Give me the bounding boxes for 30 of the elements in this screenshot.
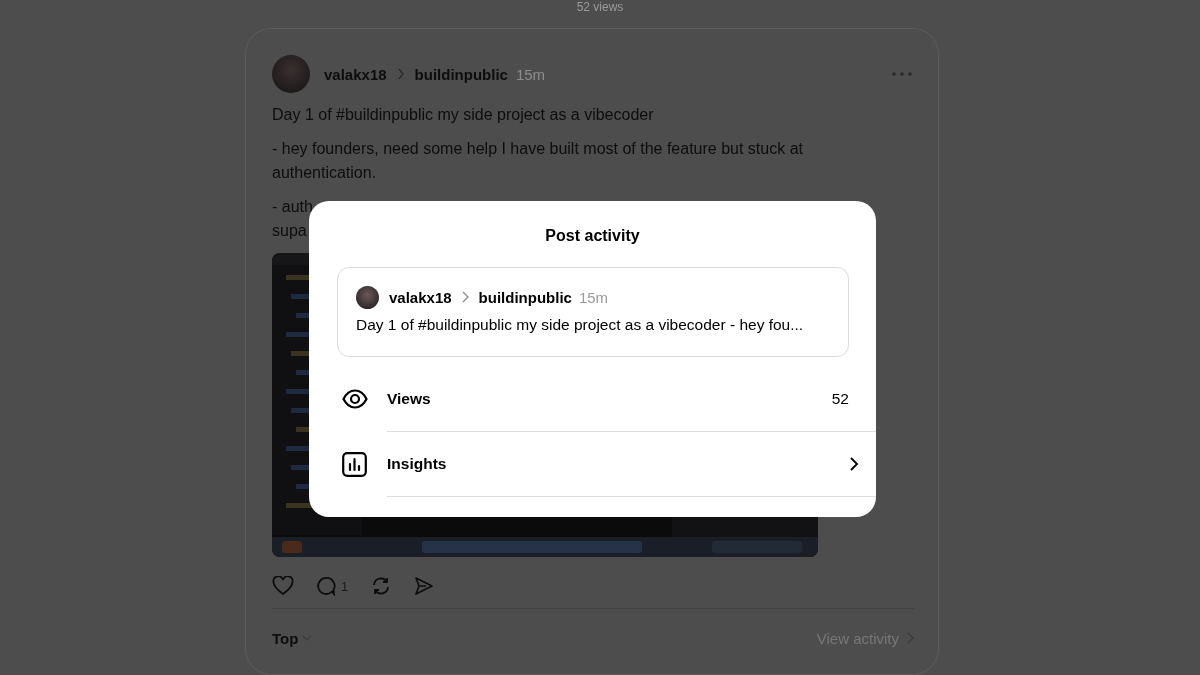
avatar bbox=[356, 285, 379, 309]
row-label: Views bbox=[387, 390, 432, 408]
dialog-title: Post activity bbox=[544, 226, 641, 246]
chevron-icon bbox=[396, 68, 405, 80]
more-icon[interactable] bbox=[892, 72, 912, 76]
views-count: 52 bbox=[831, 390, 849, 408]
chevron-icon bbox=[461, 291, 469, 303]
post-text: - auth bbox=[272, 197, 313, 217]
heart-icon[interactable] bbox=[272, 576, 294, 596]
sort-dropdown[interactable]: Top bbox=[272, 629, 313, 647]
post-text: supa bbox=[272, 221, 307, 241]
community-name: buildinpublic bbox=[478, 288, 572, 306]
post-text: - hey founders, need some help I have built most of the feature but stuck at authentication. bbox=[272, 139, 804, 183]
post-time: 15m bbox=[515, 65, 546, 83]
post-preview-card[interactable]: valakx18 buildinpublic 15m Day 1 of #buildinpublic my side project as a vibecoder - hey fou... bbox=[337, 267, 849, 357]
post-text: Day 1 of #buildinpublic my side project as a vibecoder bbox=[272, 105, 654, 125]
author-name[interactable]: valakx18 bbox=[324, 65, 387, 83]
comment-icon[interactable] bbox=[316, 576, 336, 596]
avatar bbox=[272, 55, 310, 93]
post-excerpt: Day 1 of #buildinpublic my side project as a vibecoder - hey fou... bbox=[356, 316, 804, 334]
post-time: 15m bbox=[578, 288, 609, 306]
bar-chart-icon bbox=[342, 451, 367, 477]
send-icon[interactable] bbox=[414, 576, 435, 596]
chevron-right-icon bbox=[849, 456, 859, 472]
author-name: valakx18 bbox=[389, 288, 452, 306]
insights-row[interactable]: Insights bbox=[309, 432, 876, 497]
community-name[interactable]: buildinpublic bbox=[414, 65, 508, 83]
view-count: 52 views bbox=[576, 0, 624, 14]
row-label: Insights bbox=[387, 455, 448, 473]
eye-icon bbox=[342, 389, 368, 409]
